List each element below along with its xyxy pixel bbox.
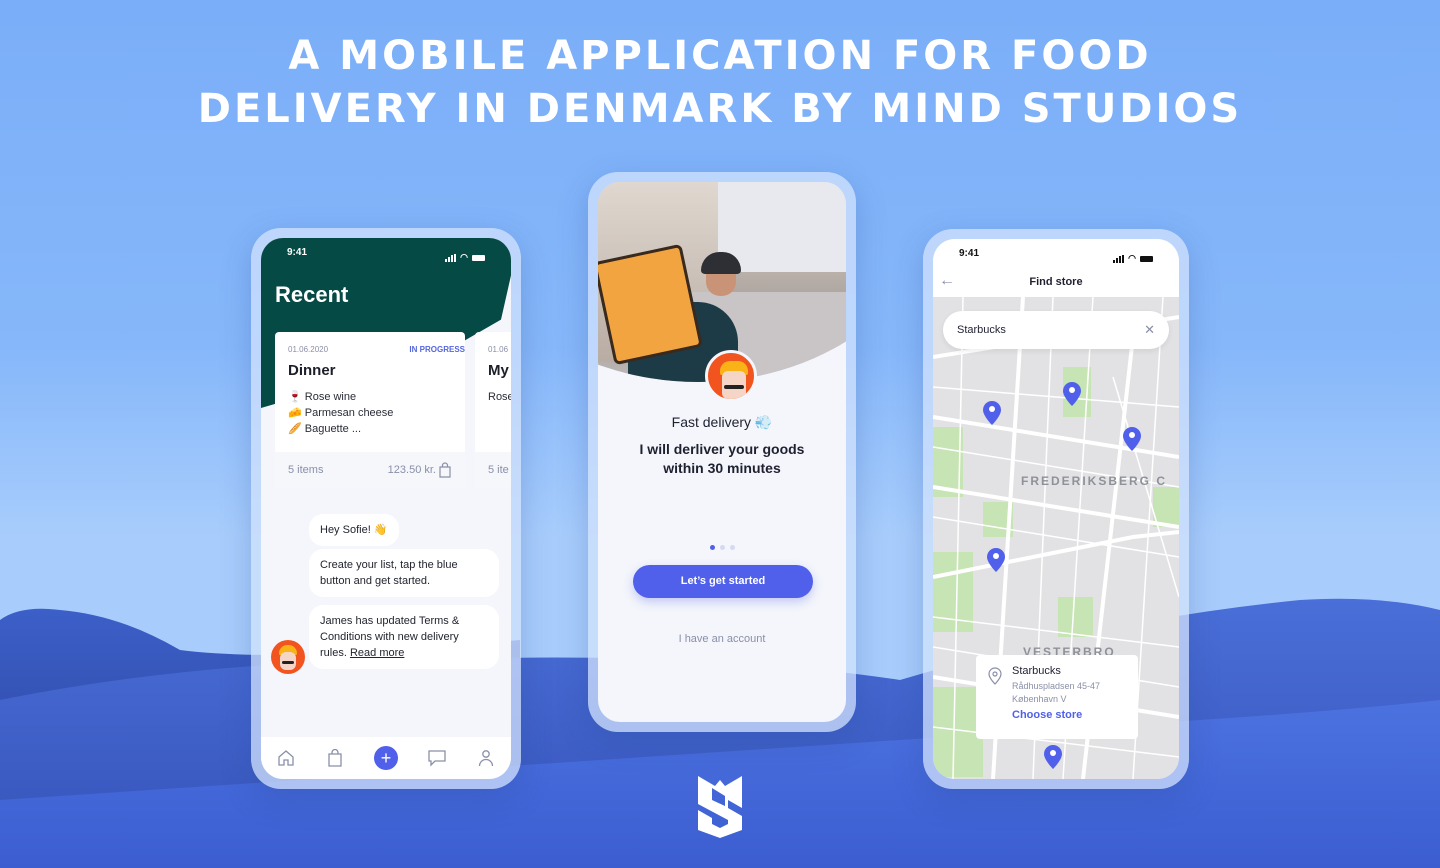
status-time: 9:41 <box>287 247 308 258</box>
chat-icon[interactable] <box>426 747 448 769</box>
profile-icon[interactable] <box>475 747 497 769</box>
status-bar: 9:41 ◠ <box>261 238 511 268</box>
location-pin-icon <box>988 667 1002 685</box>
chat-message: James has updated Terms & Conditions wit… <box>309 605 499 669</box>
onboarding-description-line: I will derliver your goods <box>639 441 805 457</box>
map-pin-icon[interactable] <box>987 548 1005 572</box>
status-icons: ◠ <box>1113 248 1153 269</box>
read-more-link[interactable]: Read more <box>350 647 404 659</box>
wifi-icon: ◠ <box>460 252 468 262</box>
signal-icon <box>445 253 457 262</box>
page-title: Find store <box>1029 276 1083 288</box>
search-value: Starbucks <box>957 324 1006 336</box>
store-search-input[interactable]: Starbucks ✕ <box>943 311 1169 349</box>
store-address: Rådhuspladsen 45-47 København V <box>1012 680 1128 706</box>
store-name: Starbucks <box>1012 665 1061 677</box>
order-name: Dinner <box>288 362 336 379</box>
order-date: 01.06 <box>488 345 509 354</box>
home-icon[interactable] <box>275 747 297 769</box>
battery-icon <box>1140 255 1153 262</box>
order-card[interactable]: 01.06.2020 IN PROGRESS Dinner 🍷 Rose win… <box>275 332 465 488</box>
bag-icon[interactable] <box>438 462 452 478</box>
mind-studios-logo <box>698 776 742 838</box>
battery-icon <box>472 254 485 261</box>
clear-icon[interactable]: ✕ <box>1144 322 1155 338</box>
phone-recent-orders: 9:41 ◠ Recent 01.06.2020 IN PROGRESS Din… <box>251 228 521 789</box>
chat-message: Create your list, tap the blue button an… <box>309 549 499 597</box>
order-item: Rose <box>488 391 511 403</box>
order-item: 🥖 Baguette ... <box>288 423 362 435</box>
wifi-icon: ◠ <box>1128 253 1136 263</box>
get-started-button[interactable]: Let’s get started <box>633 565 813 598</box>
order-item: 🍷 Rose wine <box>288 391 357 403</box>
map-district-label: FREDERIKSBERG C <box>1021 474 1168 488</box>
page-title: Recent <box>275 282 349 307</box>
page-indicator-dot[interactable] <box>719 545 725 550</box>
order-status-badge: IN PROGRESS <box>409 345 465 354</box>
order-price: 123.50 kr. <box>387 464 436 476</box>
signal-icon <box>1113 254 1125 263</box>
page-indicator <box>598 545 846 550</box>
page-indicator-dot[interactable] <box>729 545 735 550</box>
page-indicator-dot[interactable] <box>709 545 715 550</box>
find-store-screen: 9:41 ◠ ← Find store FREDERIKSBERG C VEST… <box>933 239 1179 779</box>
order-card[interactable]: 01.06 My Rose 5 ite <box>475 332 511 488</box>
order-name: My <box>488 362 509 379</box>
find-store-header: 9:41 ◠ ← Find store <box>933 239 1179 297</box>
choose-store-button[interactable]: Choose store <box>1012 709 1128 721</box>
onboarding-description: I will derliver your goods within 30 min… <box>598 440 846 478</box>
status-time: 9:41 <box>959 248 980 259</box>
courier-avatar <box>271 640 305 674</box>
map-pin-icon[interactable] <box>1063 382 1081 406</box>
recent-screen: 9:41 ◠ Recent 01.06.2020 IN PROGRESS Din… <box>261 238 511 779</box>
add-list-button[interactable]: + <box>373 746 398 770</box>
order-footer: 5 items 123.50 kr. <box>275 452 465 488</box>
order-items-list: 🍷 Rose wine 🧀 Parmesan cheese 🥖 Baguette… <box>288 389 452 437</box>
map-pin-icon[interactable] <box>1044 745 1062 769</box>
phone-find-store: 9:41 ◠ ← Find store FREDERIKSBERG C VEST… <box>923 229 1189 789</box>
headline-line-2: DELIVERY IN DENMARK BY MIND STUDIOS <box>197 86 1243 132</box>
onboarding-description-line: within 30 minutes <box>663 460 781 476</box>
map-pin-icon[interactable] <box>983 401 1001 425</box>
page-headline: A MOBILE APPLICATION FOR FOOD DELIVERY I… <box>0 30 1440 136</box>
courier-avatar <box>705 350 757 402</box>
map-pin-icon[interactable] <box>1123 427 1141 451</box>
chat-message: Hey Sofie! 👋 <box>309 514 399 546</box>
bag-icon[interactable] <box>324 747 346 769</box>
onboarding-title: Fast delivery 💨 <box>671 414 773 430</box>
onboarding-screen: Fast delivery 💨 I will derliver your goo… <box>598 182 846 722</box>
tab-bar: + <box>261 737 511 779</box>
status-icons: ◠ <box>445 247 485 268</box>
headline-line-1: A MOBILE APPLICATION FOR FOOD <box>288 33 1152 79</box>
order-items-list: Rose <box>488 389 511 405</box>
phone-onboarding: Fast delivery 💨 I will derliver your goo… <box>588 172 856 732</box>
store-address-line: København V <box>1012 694 1067 704</box>
order-item-count: 5 items <box>288 464 324 476</box>
order-item-count: 5 ite <box>488 464 509 476</box>
store-address-line: Rådhuspladsen 45-47 <box>1012 681 1101 691</box>
have-account-link[interactable]: I have an account <box>598 633 846 645</box>
status-bar: 9:41 ◠ <box>933 239 1179 269</box>
store-info-card: Starbucks Rådhuspladsen 45-47 København … <box>976 655 1138 739</box>
order-item: 🧀 Parmesan cheese <box>288 407 394 419</box>
order-footer: 5 ite <box>475 452 511 488</box>
